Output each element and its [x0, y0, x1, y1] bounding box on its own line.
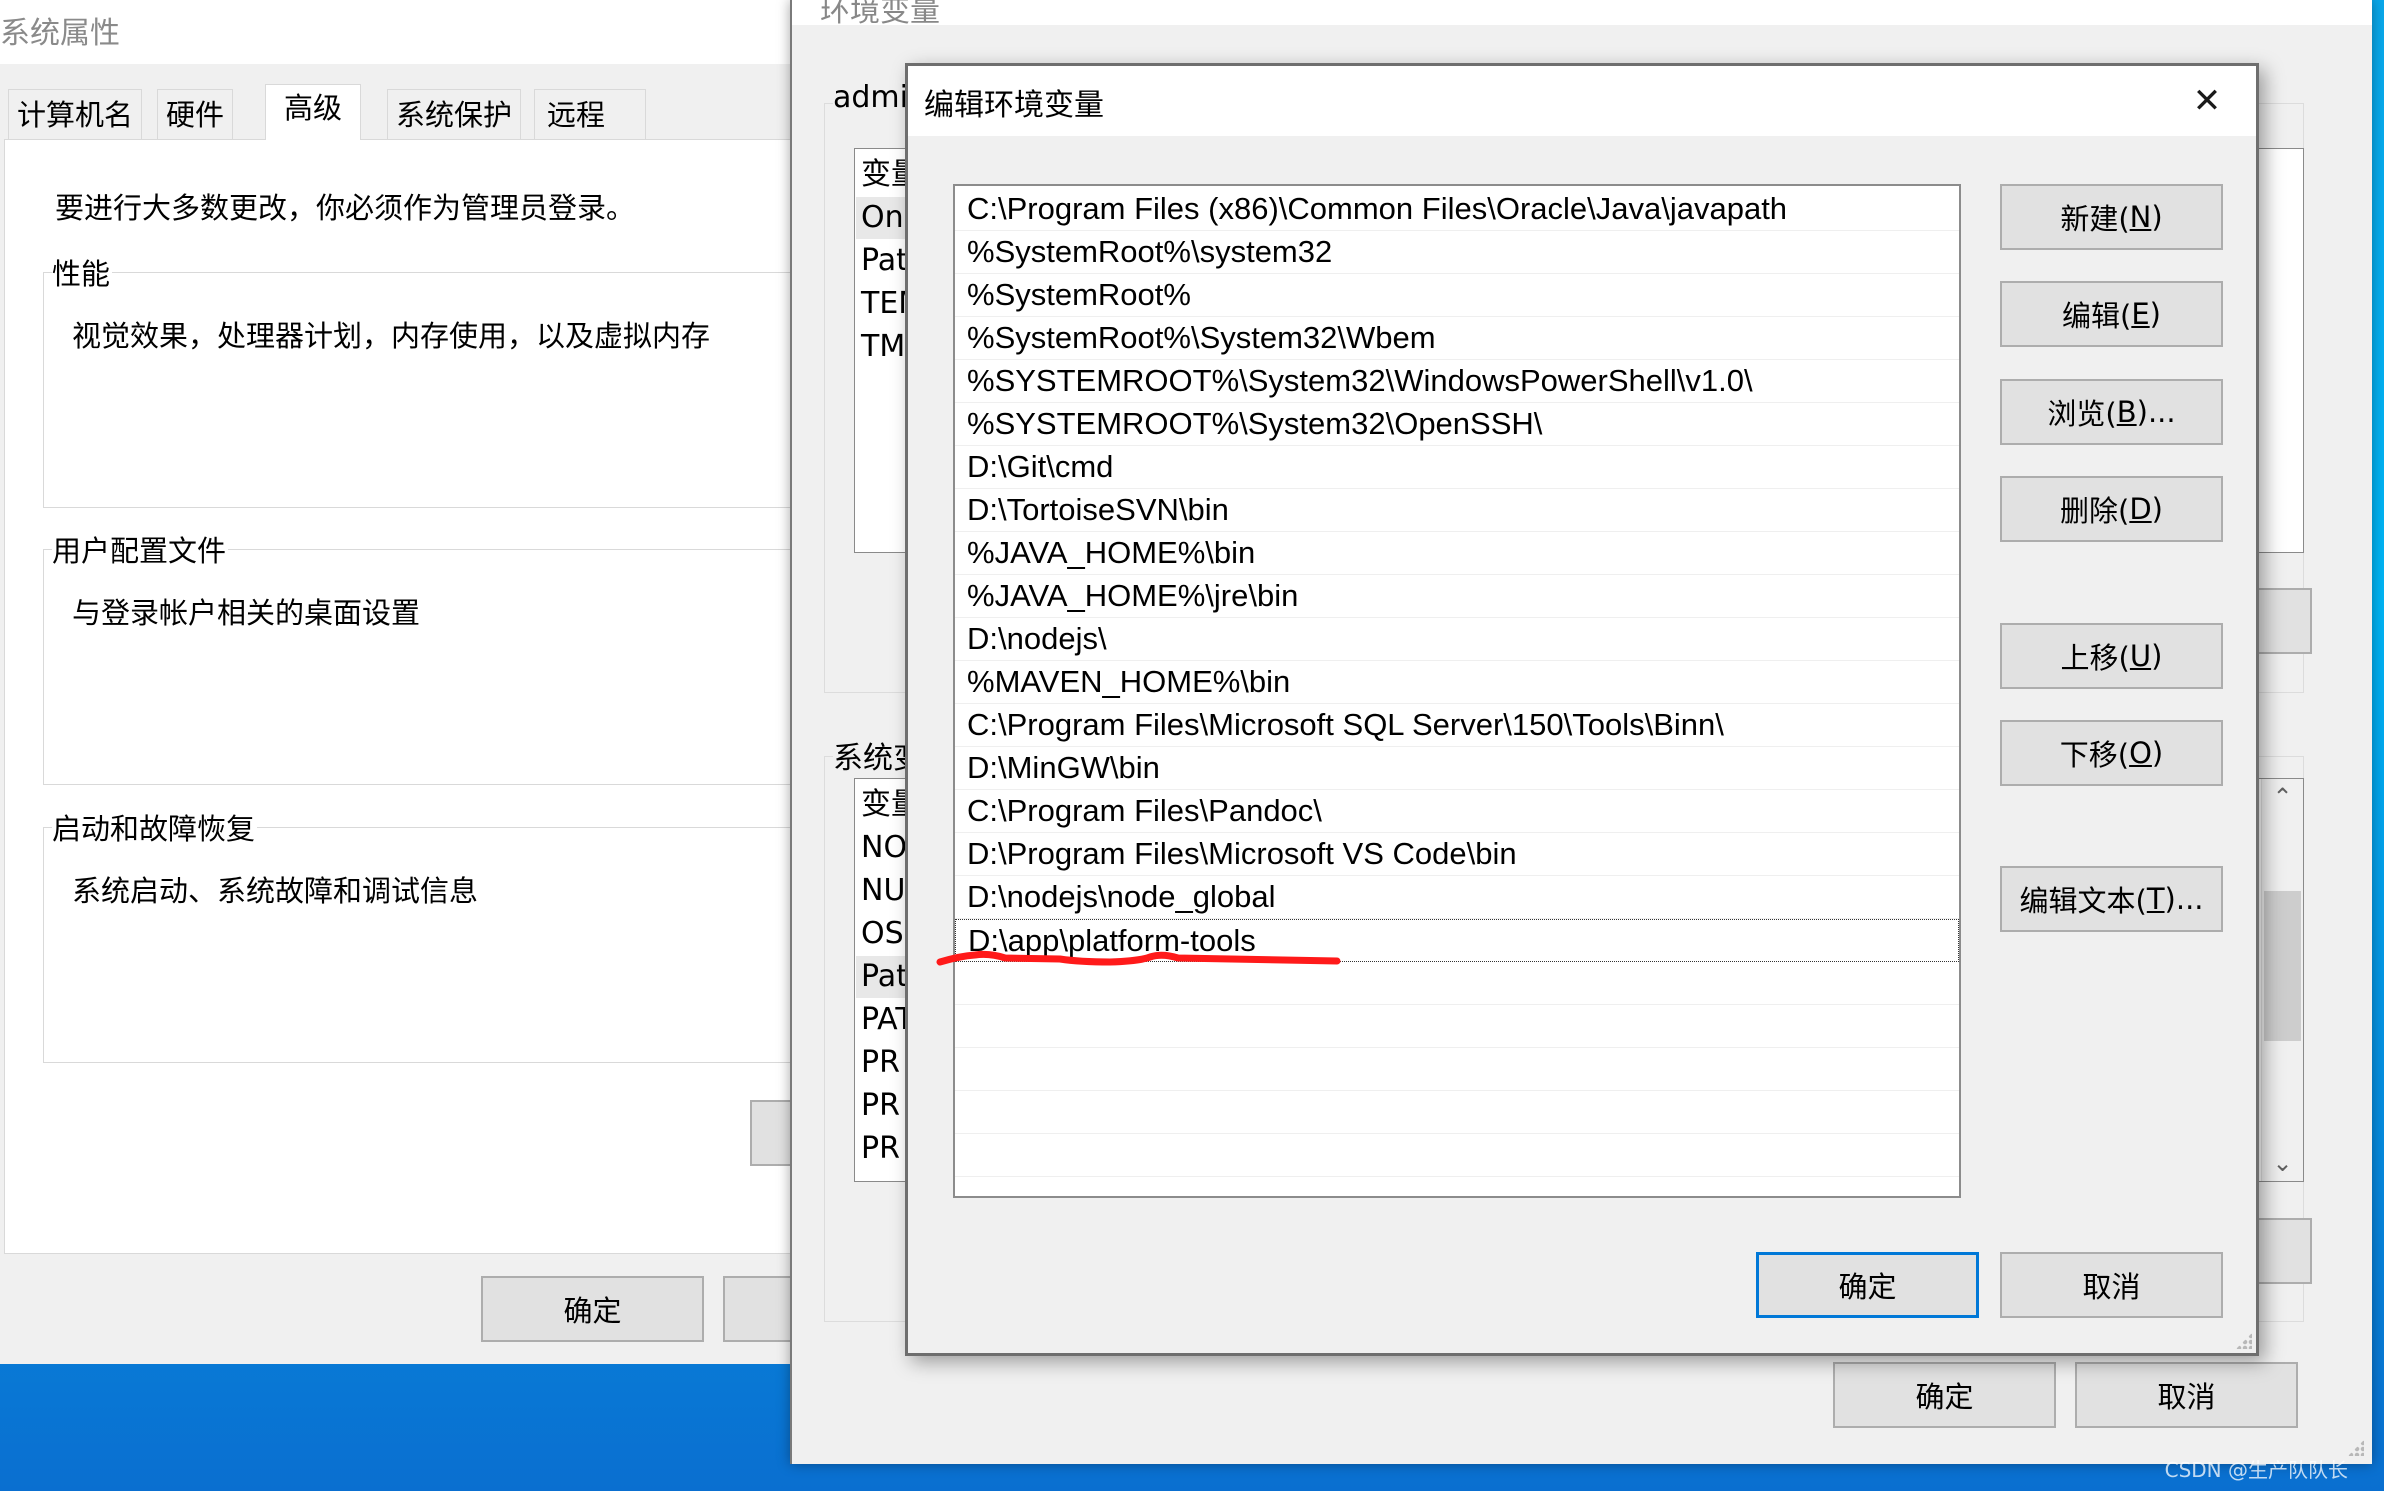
startup-recovery-group: 启动和故障恢复 系统启动、系统故障和调试信息 [43, 806, 803, 1063]
button-label-suffix: ) [2151, 200, 2163, 234]
path-item[interactable]: %SystemRoot%\System32\Wbem [955, 317, 1959, 360]
accelerator-key: D [2129, 492, 2152, 526]
cancel-button[interactable]: 取消 [2000, 1252, 2223, 1318]
path-item[interactable]: %SystemRoot% [955, 274, 1959, 317]
tab-remote[interactable]: 远程 [534, 89, 646, 139]
admin-note: 要进行大多数更改，你必须作为管理员登录。 [55, 191, 636, 225]
path-item[interactable]: C:\Program Files\Pandoc\ [955, 790, 1959, 833]
accelerator-key: O [2129, 736, 2152, 770]
list-item[interactable]: PR [861, 1085, 900, 1127]
button-label-suffix: ) [2151, 736, 2164, 770]
path-item-empty[interactable] [955, 1048, 1959, 1091]
edit-button[interactable]: 编辑(E) [2000, 281, 2223, 347]
dialog-title: 编辑环境变量 [924, 88, 1104, 123]
move-down-button[interactable]: 下移(O) [2000, 720, 2223, 786]
edit-environment-variable-dialog: 编辑环境变量 ✕ C:\Program Files (x86)\Common F… [905, 63, 2259, 1356]
window-title: 系统属性 [0, 16, 120, 51]
path-item[interactable]: C:\Program Files\Microsoft SQL Server\15… [955, 704, 1959, 747]
path-item[interactable]: %MAVEN_HOME%\bin [955, 661, 1959, 704]
window-title: 环境变量 [820, 0, 940, 29]
list-item[interactable]: TM [861, 326, 905, 368]
tab-system-protection[interactable]: 系统保护 [387, 89, 522, 139]
path-item-empty[interactable] [955, 1005, 1959, 1048]
delete-button[interactable]: 删除(D) [2000, 476, 2223, 542]
list-item[interactable]: OS [861, 913, 904, 955]
cancel-button[interactable]: 取消 [2075, 1362, 2298, 1428]
ok-button[interactable]: 确定 [1756, 1252, 1979, 1318]
resize-grip-icon[interactable] [2348, 1440, 2364, 1456]
path-item-empty[interactable] [955, 962, 1959, 1005]
button-label: 新建( [2060, 202, 2130, 236]
tab-hardware[interactable]: 硬件 [157, 89, 234, 139]
accelerator-key: E [2131, 297, 2150, 331]
group-description: 视觉效果，处理器计划，内存使用，以及虚拟内存 [72, 319, 711, 353]
path-list[interactable]: C:\Program Files (x86)\Common Files\Orac… [953, 184, 1961, 1198]
group-title: admi [833, 80, 910, 115]
path-item-empty[interactable] [955, 1091, 1959, 1134]
path-item[interactable]: %JAVA_HOME%\bin [955, 532, 1959, 575]
ok-button[interactable]: 确定 [1833, 1362, 2056, 1428]
group-title: 用户配置文件 [52, 528, 229, 570]
group-title: 性能 [52, 251, 113, 293]
button-label-suffix: ) [2149, 297, 2161, 331]
accelerator-key: U [2129, 639, 2152, 673]
button-label: 编辑( [2062, 299, 2132, 333]
ok-button[interactable]: 确定 [481, 1276, 704, 1342]
button-label: 上移( [2060, 641, 2130, 675]
performance-group: 性能 视觉效果，处理器计划，内存使用，以及虚拟内存 [43, 251, 803, 508]
watermark: CSDN @生产队队长 [2164, 1458, 2348, 1482]
button-label: 编辑文本( [2019, 884, 2147, 918]
list-item[interactable]: PR [861, 1128, 900, 1170]
accelerator-key: T [2146, 882, 2165, 916]
group-description: 与登录帐户相关的桌面设置 [72, 596, 421, 630]
close-icon[interactable]: ✕ [2182, 76, 2232, 126]
scroll-down-icon[interactable]: ⌄ [2262, 1149, 2303, 1177]
accelerator-key: N [2129, 200, 2152, 234]
path-item[interactable]: %JAVA_HOME%\jre\bin [955, 575, 1959, 618]
list-item[interactable]: NU [861, 870, 905, 912]
list-item[interactable]: PR [861, 1042, 900, 1084]
button-label-suffix: )... [2136, 395, 2176, 429]
button-label-suffix: ) [2151, 639, 2163, 673]
path-item[interactable]: D:\TortoiseSVN\bin [955, 489, 1959, 532]
button-label-suffix: ) [2151, 492, 2163, 526]
path-item[interactable]: C:\Program Files (x86)\Common Files\Orac… [955, 188, 1959, 231]
title-bar[interactable]: 系统属性 [0, 0, 792, 64]
edit-text-button[interactable]: 编辑文本(T)... [2000, 866, 2223, 932]
path-item-empty[interactable] [955, 1134, 1959, 1177]
list-item[interactable]: NO [861, 827, 907, 869]
scrollbar-thumb[interactable] [2264, 891, 2301, 1041]
browse-button[interactable]: 浏览(B)... [2000, 379, 2223, 445]
system-list-scrollbar[interactable]: ⌃ ⌄ [2261, 779, 2303, 1181]
button-label: 浏览( [2047, 397, 2117, 431]
system-properties-window: 系统属性 计算机名 硬件 高级 系统保护 远程 要进行大多数更改，你必须作为管理… [0, 0, 843, 1364]
tab-advanced[interactable]: 高级 [265, 84, 362, 140]
title-bar[interactable]: 环境变量 [792, 0, 2372, 29]
list-item[interactable]: Pat [861, 240, 908, 282]
group-description: 系统启动、系统故障和调试信息 [72, 874, 479, 908]
path-item-editing[interactable]: D:\app\platform-tools [955, 919, 1959, 962]
button-label: 删除( [2060, 494, 2130, 528]
user-profiles-group: 用户配置文件 与登录帐户相关的桌面设置 [43, 528, 803, 785]
move-up-button[interactable]: 上移(U) [2000, 623, 2223, 689]
new-button[interactable]: 新建(N) [2000, 184, 2223, 250]
path-item[interactable]: D:\nodejs\ [955, 618, 1959, 661]
path-item[interactable]: %SystemRoot%\system32 [955, 231, 1959, 274]
scroll-up-icon[interactable]: ⌃ [2262, 783, 2303, 811]
path-item[interactable]: %SYSTEMROOT%\System32\WindowsPowerShell\… [955, 360, 1959, 403]
title-bar[interactable]: 编辑环境变量 ✕ [908, 66, 2256, 136]
resize-grip-icon[interactable] [2236, 1333, 2252, 1349]
path-item[interactable]: %SYSTEMROOT%\System32\OpenSSH\ [955, 403, 1959, 446]
path-item[interactable]: D:\Git\cmd [955, 446, 1959, 489]
tab-computer-name[interactable]: 计算机名 [8, 89, 143, 139]
button-label-suffix: )... [2164, 882, 2204, 916]
group-title: 启动和故障恢复 [52, 806, 258, 848]
path-item[interactable]: D:\nodejs\node_global [955, 876, 1959, 919]
path-item[interactable]: D:\MinGW\bin [955, 747, 1959, 790]
path-item[interactable]: D:\Program Files\Microsoft VS Code\bin [955, 833, 1959, 876]
button-label: 下移( [2059, 738, 2130, 772]
accelerator-key: B [2116, 395, 2137, 429]
